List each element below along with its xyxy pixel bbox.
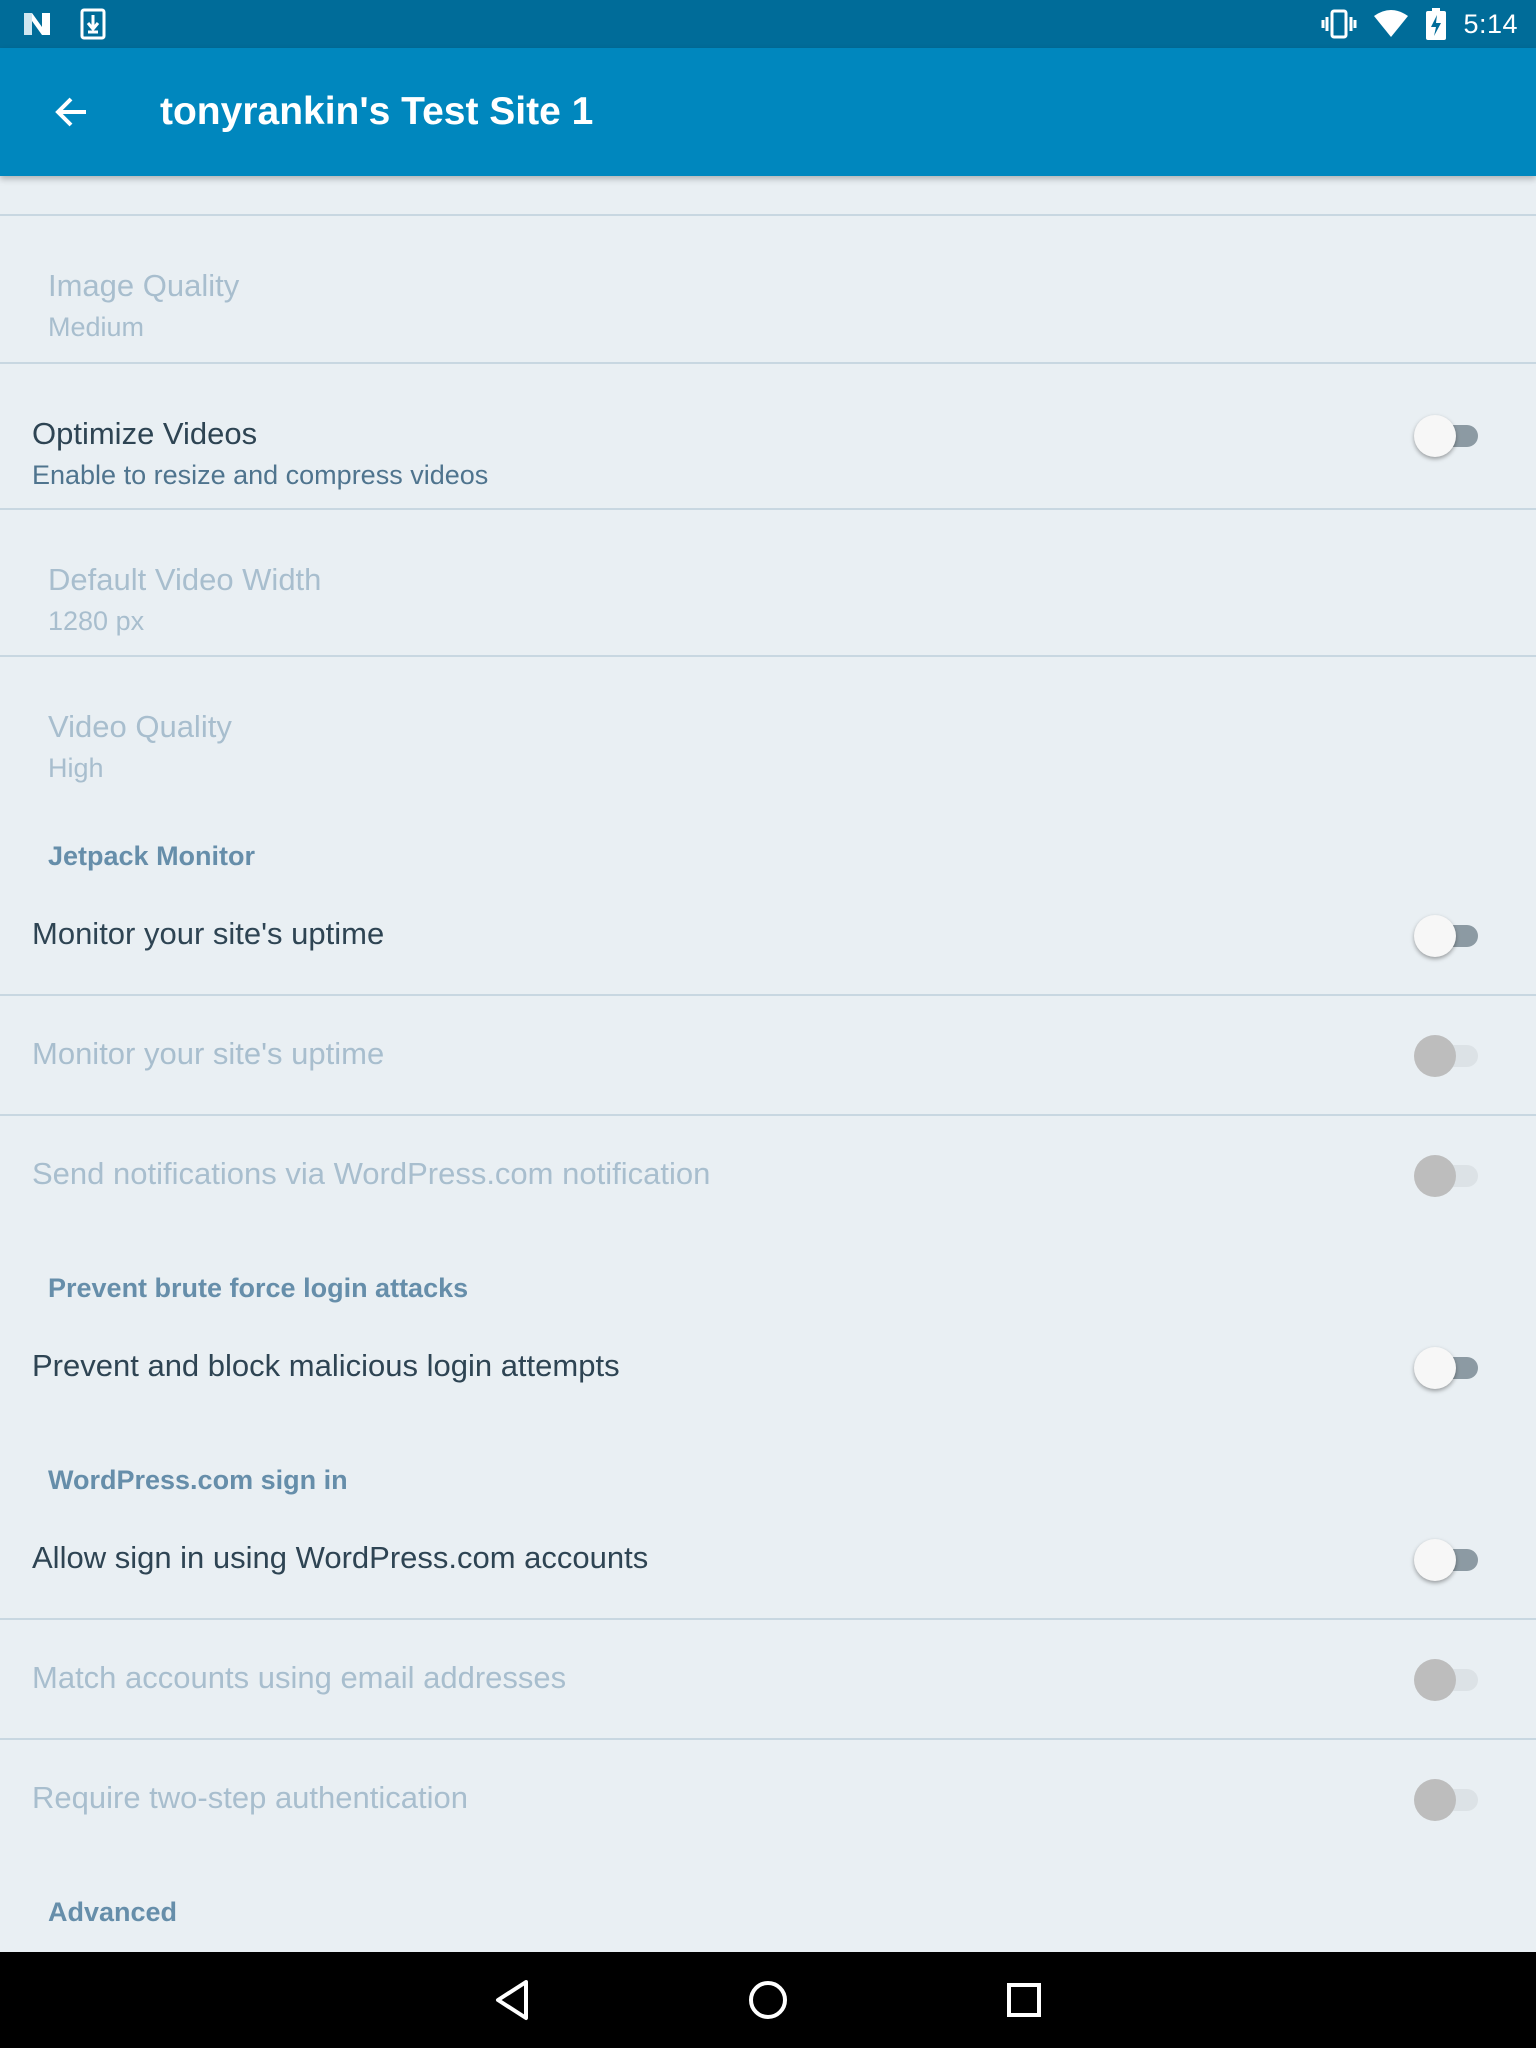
pref-title: Optimize Videos <box>32 416 258 451</box>
pref-monitor-uptime[interactable]: Monitor your site's uptime <box>0 876 1536 994</box>
section-header-jetpack-monitor: Jetpack Monitor <box>48 841 256 871</box>
section-header-advanced: Advanced <box>48 1897 178 1927</box>
navigation-bar <box>0 1952 1536 2048</box>
pref-summary: 1280 px <box>48 606 145 636</box>
require-two-step-switch[interactable] <box>1414 1775 1484 1823</box>
app-bar: tonyrankin's Test Site 1 <box>0 48 1536 176</box>
pref-default-video-width[interactable]: Default Video Width 1280 px <box>0 510 1536 656</box>
switch-thumb <box>1414 1035 1456 1077</box>
pref-send-notifications[interactable]: Send notifications via WordPress.com not… <box>0 1116 1536 1234</box>
optimize-videos-switch[interactable] <box>1414 411 1484 459</box>
pref-match-accounts[interactable]: Match accounts using email addresses <box>0 1620 1536 1738</box>
pref-monitor-uptime-email[interactable]: Monitor your site's uptime <box>0 996 1536 1114</box>
home-circle-icon <box>749 1981 787 2019</box>
pref-title: Image Quality <box>48 268 240 303</box>
switch-thumb <box>1414 1347 1456 1389</box>
partial-previous-item: … <box>48 176 76 182</box>
monitor-uptime-switch[interactable] <box>1414 911 1484 959</box>
allow-sign-in-switch[interactable] <box>1414 1535 1484 1583</box>
pref-image-quality[interactable]: Image Quality Medium <box>0 216 1536 362</box>
n-notification-icon <box>22 11 52 37</box>
battery-charging-icon <box>1425 8 1447 40</box>
pref-title: Send notifications via WordPress.com not… <box>32 1156 711 1191</box>
pref-title: Monitor your site's uptime <box>32 916 385 951</box>
recents-square-icon <box>1007 1983 1041 2017</box>
pref-require-two-step[interactable]: Require two-step authentication <box>0 1740 1536 1858</box>
switch-thumb <box>1414 1659 1456 1701</box>
pref-title: Allow sign in using WordPress.com accoun… <box>32 1540 649 1575</box>
pref-summary: Medium <box>48 312 145 342</box>
pref-title: Video Quality <box>48 709 232 744</box>
status-bar: 5:14 <box>0 0 1536 48</box>
switch-thumb <box>1414 1539 1456 1581</box>
pref-title: Require two-step authentication <box>32 1780 468 1815</box>
pref-title: Default Video Width <box>48 562 322 597</box>
match-accounts-switch[interactable] <box>1414 1655 1484 1703</box>
arrow-back-icon <box>55 97 86 127</box>
switch-thumb <box>1414 915 1456 957</box>
section-header-brute-force: Prevent brute force login attacks <box>48 1273 469 1303</box>
page-title: tonyrankin's Test Site 1 <box>160 90 594 133</box>
vibrate-icon <box>1321 9 1357 39</box>
nav-back-button[interactable] <box>482 1970 542 2030</box>
download-icon <box>80 8 106 40</box>
pref-title: Prevent and block malicious login attemp… <box>32 1348 620 1383</box>
pref-optimize-videos[interactable]: Optimize Videos Enable to resize and com… <box>0 364 1536 510</box>
section-header-wpcom-sign-in: WordPress.com sign in <box>48 1465 348 1495</box>
pref-prevent-block[interactable]: Prevent and block malicious login attemp… <box>0 1308 1536 1426</box>
switch-thumb <box>1414 1155 1456 1197</box>
pref-allow-sign-in[interactable]: Allow sign in using WordPress.com accoun… <box>0 1500 1536 1618</box>
monitor-uptime-email-switch[interactable] <box>1414 1031 1484 1079</box>
pref-video-quality[interactable]: Video Quality High <box>0 657 1536 803</box>
nav-recents-button[interactable] <box>994 1970 1054 2030</box>
prevent-block-switch[interactable] <box>1414 1343 1484 1391</box>
switch-thumb <box>1414 415 1456 457</box>
back-button[interactable] <box>40 80 104 144</box>
nav-home-button[interactable] <box>738 1970 798 2030</box>
clock: 5:14 <box>1463 8 1518 39</box>
send-notifications-switch[interactable] <box>1414 1151 1484 1199</box>
pref-summary: Enable to resize and compress videos <box>32 460 489 490</box>
back-triangle-icon <box>496 1980 528 2020</box>
pref-title: Monitor your site's uptime <box>32 1036 385 1071</box>
pref-title: Match accounts using email addresses <box>32 1660 567 1695</box>
wifi-icon <box>1373 10 1409 38</box>
switch-thumb <box>1414 1779 1456 1821</box>
pref-summary: High <box>48 753 104 783</box>
settings-list[interactable]: … Image Quality Medium Optimize Videos E… <box>0 176 1536 1952</box>
